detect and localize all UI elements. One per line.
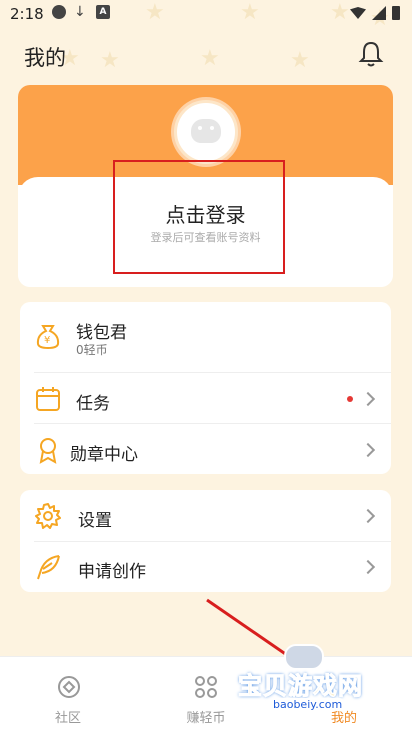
tab-community[interactable]: 社区 — [28, 657, 108, 732]
download-icon: ↓ — [74, 4, 86, 20]
signal-icon — [372, 6, 386, 20]
status-bar: 2:18 ↓ A — [0, 0, 412, 28]
menu-item-settings[interactable]: 设置 — [20, 490, 391, 541]
money-bag-icon: ¥ — [36, 325, 60, 350]
chevron-right-icon — [360, 508, 376, 524]
watermark-url: baobeiy.com — [270, 698, 346, 711]
medals-label: 勋章中心 — [70, 445, 138, 465]
menu-item-medals[interactable]: 勋章中心 — [20, 424, 391, 474]
status-notification-icons: ↓ A — [52, 5, 110, 19]
chevron-right-icon — [360, 442, 376, 458]
header: 我的 — [0, 36, 412, 76]
wifi-icon — [350, 7, 366, 19]
alert-icon — [52, 5, 66, 19]
menu-item-tasks[interactable]: 任务 — [20, 373, 391, 423]
status-system-icons — [350, 6, 400, 20]
apply-creation-label: 申请创作 — [78, 562, 146, 582]
svg-text:¥: ¥ — [44, 335, 50, 346]
wallet-balance: 0轻币 — [76, 343, 108, 357]
watermark-text: 宝贝游戏网 — [238, 672, 363, 701]
menu-group-settings: 设置 申请创作 — [20, 490, 391, 592]
calendar-icon — [36, 387, 60, 411]
status-time: 2:18 — [10, 5, 44, 23]
watermark-logo: 宝贝游戏网 baobeiy.com — [232, 644, 380, 724]
highlight-annotation — [113, 160, 285, 274]
medal-icon — [39, 438, 57, 464]
avatar[interactable] — [174, 100, 238, 164]
gear-icon — [35, 503, 61, 529]
wallet-label: 钱包君 — [76, 323, 127, 343]
page-title: 我的 — [24, 46, 66, 70]
a-badge-icon: A — [96, 5, 110, 19]
chevron-right-icon — [360, 559, 376, 575]
menu-item-apply-creation[interactable]: 申请创作 — [20, 542, 391, 592]
tab-community-label: 社区 — [54, 711, 81, 726]
chevron-right-icon — [360, 391, 376, 407]
settings-label: 设置 — [78, 511, 112, 531]
grid-icon — [195, 676, 217, 698]
tasks-label: 任务 — [76, 394, 110, 414]
notification-dot — [347, 396, 353, 402]
battery-icon — [392, 6, 400, 20]
bell-icon[interactable] — [358, 40, 384, 68]
community-icon — [58, 676, 80, 698]
feather-icon — [37, 555, 60, 580]
menu-group-account: ¥ 钱包君 0轻币 任务 勋章中心 — [20, 302, 391, 474]
avatar-face-icon — [191, 119, 221, 143]
menu-item-wallet[interactable]: ¥ 钱包君 0轻币 — [20, 302, 391, 372]
